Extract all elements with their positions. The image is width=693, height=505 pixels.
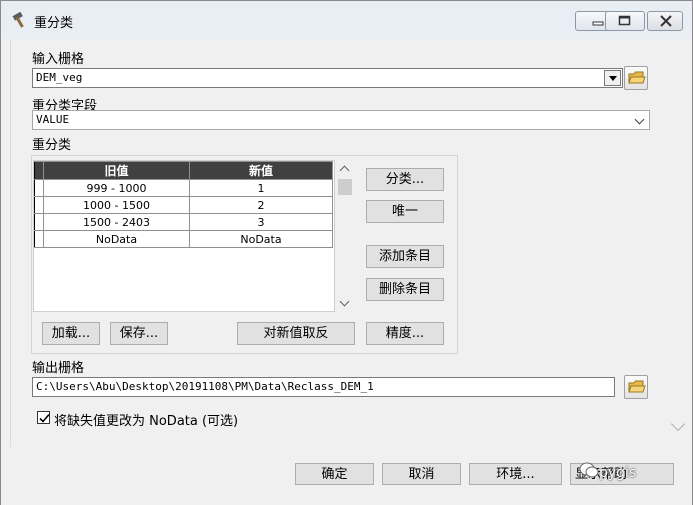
folder-icon — [628, 71, 646, 84]
table-header-row: 旧值 新值 — [34, 161, 333, 180]
table-row[interactable]: 1500 - 2403 3 — [34, 213, 333, 231]
close-icon — [660, 15, 672, 27]
watermark-text: pygis — [599, 465, 637, 481]
reclassify-dialog: 重分类 输入栅格 DEM_veg 重分类字段 VALUE 重分类 旧值 新值 9… — [0, 0, 693, 505]
scroll-down-icon[interactable] — [339, 296, 350, 307]
ok-button[interactable]: 确定 — [295, 463, 374, 485]
wechat-icon — [579, 461, 599, 482]
unique-button[interactable]: 唯一 — [366, 200, 444, 223]
input-raster-label: 输入栅格 — [32, 52, 85, 67]
precision-button[interactable]: 精度... — [366, 322, 444, 345]
row-selector[interactable] — [34, 179, 44, 197]
missing-to-nodata-checkbox[interactable] — [37, 411, 50, 424]
close-button[interactable] — [647, 11, 683, 31]
reverse-new-values-button[interactable]: 对新值取反 — [237, 322, 355, 345]
scroll-thumb[interactable] — [338, 179, 352, 195]
scroll-up-icon[interactable] — [339, 165, 350, 176]
column-header-new[interactable]: 新值 — [189, 161, 333, 180]
output-raster-value: C:\Users\Abu\Desktop\20191108\PM\Data\Re… — [36, 380, 374, 393]
chevron-down-icon — [634, 114, 645, 125]
old-value-cell[interactable]: NoData — [43, 230, 190, 248]
missing-to-nodata-label[interactable]: 将缺失值更改为 NoData (可选) — [54, 410, 238, 429]
input-raster-value: DEM_veg — [36, 71, 83, 84]
output-raster-label: 输出栅格 — [32, 361, 85, 376]
old-value-cell[interactable]: 1000 - 1500 — [43, 196, 190, 214]
table-row[interactable]: 999 - 1000 1 — [34, 179, 333, 197]
reclassification-label: 重分类 — [32, 138, 72, 153]
old-value-cell[interactable]: 999 - 1000 — [43, 179, 190, 197]
minimize-icon — [592, 21, 604, 26]
dialog-body: 输入栅格 DEM_veg 重分类字段 VALUE 重分类 旧值 新值 999 -… — [10, 39, 686, 447]
window-title: 重分类 — [34, 16, 74, 31]
browse-output-button[interactable] — [624, 375, 648, 399]
reclass-field-select[interactable]: VALUE — [32, 110, 650, 130]
output-raster-input[interactable]: C:\Users\Abu\Desktop\20191108\PM\Data\Re… — [32, 377, 615, 397]
browse-input-button[interactable] — [624, 66, 648, 90]
new-value-cell[interactable]: NoData — [189, 230, 333, 248]
reclass-table-area[interactable]: 旧值 新值 999 - 1000 1 1000 - 1500 2 1500 - … — [33, 160, 335, 312]
delete-entry-button[interactable]: 删除条目 — [366, 278, 444, 301]
reclass-table: 旧值 新值 999 - 1000 1 1000 - 1500 2 1500 - … — [34, 161, 333, 248]
row-selector[interactable] — [34, 213, 44, 231]
load-button[interactable]: 加载... — [42, 322, 100, 345]
new-value-cell[interactable]: 3 — [189, 213, 333, 231]
table-row[interactable]: 1000 - 1500 2 — [34, 196, 333, 214]
hammer-icon — [11, 11, 31, 29]
cancel-button[interactable]: 取消 — [382, 463, 461, 485]
row-selector-header — [34, 161, 44, 180]
reclass-field-value: VALUE — [36, 113, 70, 126]
row-selector[interactable] — [34, 230, 44, 248]
row-selector[interactable] — [34, 196, 44, 214]
save-button[interactable]: 保存... — [110, 322, 168, 345]
new-value-cell[interactable]: 2 — [189, 196, 333, 214]
chevron-down-icon[interactable] — [604, 70, 621, 86]
chevron-down-icon[interactable] — [670, 416, 686, 432]
table-row[interactable]: NoData NoData — [34, 230, 333, 248]
column-header-old[interactable]: 旧值 — [43, 161, 190, 180]
old-value-cell[interactable]: 1500 - 2403 — [43, 213, 190, 231]
checkmark-icon — [39, 413, 50, 423]
environments-button[interactable]: 环境... — [469, 463, 562, 485]
folder-icon — [628, 380, 646, 393]
classify-button[interactable]: 分类... — [366, 168, 444, 191]
maximize-icon — [618, 15, 631, 26]
new-value-cell[interactable]: 1 — [189, 179, 333, 197]
table-scrollbar[interactable] — [336, 160, 354, 312]
title-bar[interactable]: 重分类 — [1, 1, 692, 39]
add-entry-button[interactable]: 添加条目 — [366, 245, 444, 268]
maximize-button[interactable] — [605, 11, 645, 31]
input-raster-combobox[interactable]: DEM_veg — [32, 68, 623, 88]
